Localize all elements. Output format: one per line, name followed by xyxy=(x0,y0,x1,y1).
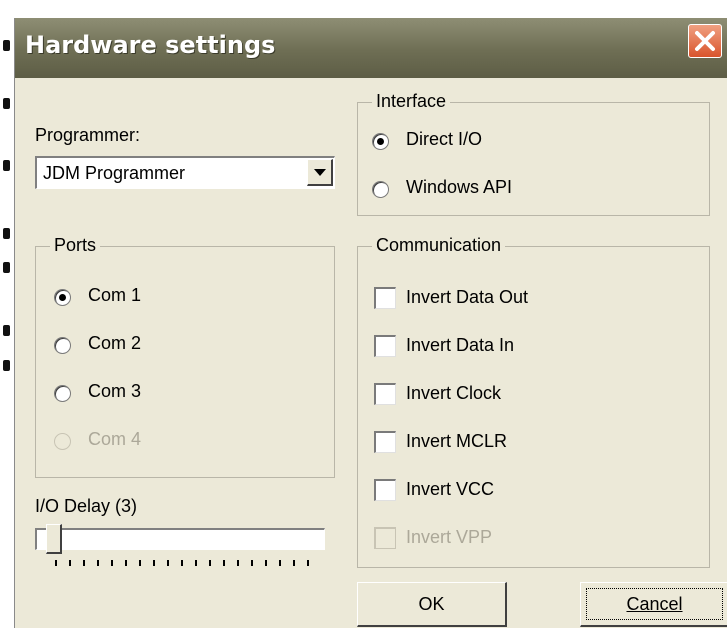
programmer-dropdown[interactable]: JDM Programmer xyxy=(35,156,335,189)
slider-tick xyxy=(251,560,253,566)
invert-vcc-label[interactable]: Invert VCC xyxy=(406,479,494,500)
slider-tick xyxy=(265,560,267,566)
invert-mclr-checkbox[interactable] xyxy=(374,431,396,453)
io-delay-label: I/O Delay (3) xyxy=(35,496,138,516)
direct-io-radio[interactable] xyxy=(372,133,389,150)
focus-rectangle xyxy=(586,588,723,620)
slider-tick xyxy=(83,560,85,566)
communication-group-label: Communication xyxy=(372,235,506,256)
slider-tick xyxy=(153,560,155,566)
com1-label[interactable]: Com 1 xyxy=(88,285,141,306)
invert-data-out-checkbox[interactable] xyxy=(374,287,396,309)
slider-tick xyxy=(307,560,309,566)
dropdown-button[interactable] xyxy=(307,159,333,186)
slider-tick xyxy=(111,560,113,566)
slider-tick xyxy=(279,560,281,566)
slider-tick xyxy=(55,560,57,566)
io-delay-ticks xyxy=(55,560,315,568)
invert-data-out-label[interactable]: Invert Data Out xyxy=(406,287,528,308)
slider-tick xyxy=(293,560,295,566)
io-delay-slider-track[interactable] xyxy=(35,528,325,550)
edge-mark xyxy=(3,160,10,171)
invert-clock-checkbox[interactable] xyxy=(374,383,396,405)
com2-radio[interactable] xyxy=(54,337,71,354)
close-button[interactable] xyxy=(688,24,722,58)
interface-group: Interface Direct I/O Windows API xyxy=(357,91,710,216)
com4-label: Com 4 xyxy=(88,429,142,449)
invert-clock-label[interactable]: Invert Clock xyxy=(406,383,501,404)
slider-tick xyxy=(167,560,169,566)
radio-selected-dot xyxy=(377,138,384,145)
com2-label[interactable]: Com 2 xyxy=(88,333,141,354)
window-title: Hardware settings xyxy=(25,31,276,59)
interface-group-label: Interface xyxy=(372,91,451,112)
chevron-down-icon xyxy=(314,169,326,176)
edge-mark xyxy=(3,98,10,109)
com3-label[interactable]: Com 3 xyxy=(88,381,141,402)
edge-mark xyxy=(3,262,10,273)
hardware-settings-dialog: Hardware settings Programmer: JDM Progra… xyxy=(14,18,727,628)
invert-vcc-checkbox[interactable] xyxy=(374,479,396,501)
radio-selected-dot xyxy=(59,294,66,301)
ports-group: Ports Com 1 Com 2 Com 3 Com 4 xyxy=(35,235,335,478)
slider-tick xyxy=(139,560,141,566)
edge-mark xyxy=(3,228,10,239)
slider-tick xyxy=(97,560,99,566)
slider-tick xyxy=(237,560,239,566)
close-icon xyxy=(695,31,715,51)
slider-tick xyxy=(69,560,71,566)
edge-mark xyxy=(3,360,10,371)
invert-data-in-checkbox[interactable] xyxy=(374,335,396,357)
ok-button-label: OK xyxy=(418,593,445,614)
invert-data-in-label[interactable]: Invert Data In xyxy=(406,335,514,356)
background-window-edge xyxy=(0,0,14,628)
communication-group: Communication Invert Data Out Invert Dat… xyxy=(357,235,710,568)
slider-tick xyxy=(125,560,127,566)
dialog-body: Programmer: JDM Programmer Interface Dir… xyxy=(15,78,727,628)
edge-mark xyxy=(3,325,10,336)
slider-tick xyxy=(181,560,183,566)
slider-tick xyxy=(223,560,225,566)
com4-radio xyxy=(54,433,71,450)
io-delay-slider-thumb[interactable] xyxy=(46,524,62,554)
com1-radio[interactable] xyxy=(54,289,71,306)
invert-mclr-label[interactable]: Invert MCLR xyxy=(406,431,507,452)
invert-vpp-checkbox xyxy=(374,527,396,549)
programmer-label: Programmer: xyxy=(35,125,141,145)
edge-mark xyxy=(3,40,10,51)
programmer-selected-value: JDM Programmer xyxy=(43,163,186,183)
com3-radio[interactable] xyxy=(54,385,71,402)
ok-button[interactable]: OK xyxy=(357,582,507,627)
slider-tick xyxy=(195,560,197,566)
direct-io-label[interactable]: Direct I/O xyxy=(406,129,482,150)
invert-vpp-label: Invert VPP xyxy=(406,527,493,547)
slider-tick xyxy=(209,560,211,566)
windows-api-radio[interactable] xyxy=(372,181,389,198)
cancel-button[interactable]: Cancel xyxy=(580,582,727,627)
title-bar[interactable]: Hardware settings xyxy=(15,18,727,78)
windows-api-label[interactable]: Windows API xyxy=(406,177,512,198)
ports-group-label: Ports xyxy=(50,235,101,256)
